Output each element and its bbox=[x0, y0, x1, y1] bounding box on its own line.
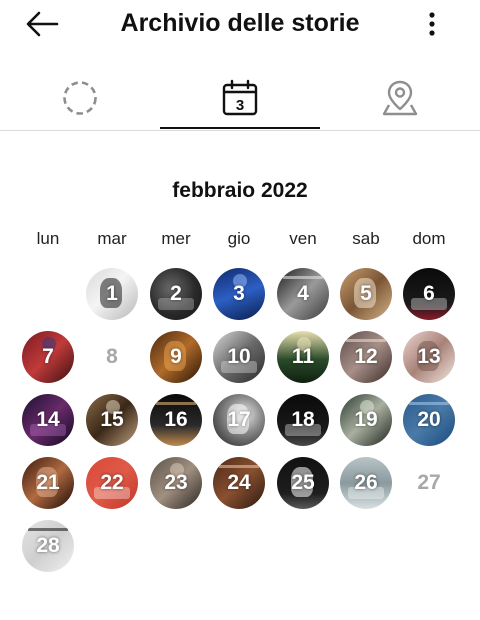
calendar-day-with-story[interactable]: 11 bbox=[277, 331, 329, 383]
day-number: 1 bbox=[106, 282, 118, 305]
day-number: 9 bbox=[170, 345, 182, 368]
weekday-label: gio bbox=[227, 229, 251, 248]
day-number: 19 bbox=[354, 408, 378, 431]
day-number: 4 bbox=[297, 282, 309, 305]
calendar-day: 8 bbox=[86, 331, 138, 383]
top-app-bar: Archivio delle storie bbox=[0, 0, 480, 48]
weekday-label: lun bbox=[36, 229, 60, 248]
day-number: 27 bbox=[417, 471, 441, 494]
story-thumbnail bbox=[283, 276, 323, 279]
day-number: 16 bbox=[164, 408, 188, 431]
day-number: 15 bbox=[100, 408, 124, 431]
calendar-day-with-story[interactable]: 23 bbox=[150, 457, 202, 509]
day-number: 25 bbox=[291, 471, 315, 494]
calendar-day-with-story[interactable]: 21 bbox=[22, 457, 74, 509]
calendar-day-with-story[interactable]: 12 bbox=[340, 331, 392, 383]
story-thumbnail bbox=[346, 339, 386, 342]
day-number: 6 bbox=[423, 282, 435, 305]
calendar-day-with-story[interactable]: 19 bbox=[340, 394, 392, 446]
calendar-day-with-story[interactable]: 3 bbox=[213, 268, 265, 320]
location-pin-icon bbox=[382, 80, 418, 116]
calendar-day-with-story[interactable]: 9 bbox=[150, 331, 202, 383]
calendar-day-with-story[interactable]: 24 bbox=[213, 457, 265, 509]
calendar-day-with-story[interactable]: 2 bbox=[150, 268, 202, 320]
calendar-day-with-story[interactable]: 4 bbox=[277, 268, 329, 320]
day-number: 2 bbox=[170, 282, 182, 305]
calendar-day-with-story[interactable]: 26 bbox=[340, 457, 392, 509]
day-number: 21 bbox=[36, 471, 60, 494]
page-title: Archivio delle storie bbox=[120, 9, 360, 37]
day-number: 20 bbox=[417, 408, 441, 431]
day-number: 18 bbox=[291, 408, 315, 431]
tabs-divider bbox=[0, 130, 480, 131]
calendar-day-with-story[interactable]: 20 bbox=[403, 394, 455, 446]
day-number: 24 bbox=[227, 471, 251, 494]
day-number: 8 bbox=[106, 345, 118, 368]
tab-calendar[interactable]: 3 bbox=[160, 72, 320, 130]
day-number: 11 bbox=[291, 345, 315, 368]
tab-locations[interactable] bbox=[320, 72, 480, 130]
tab-stories[interactable] bbox=[0, 72, 160, 130]
month-label: febbraio 2022 bbox=[172, 179, 308, 202]
calendar-day-with-story[interactable]: 6 bbox=[403, 268, 455, 320]
weekday-label: mer bbox=[161, 229, 191, 248]
story-thumbnail bbox=[28, 528, 68, 531]
day-number: 17 bbox=[227, 408, 251, 431]
stories-circle-icon bbox=[63, 81, 97, 115]
calendar-day-with-story[interactable]: 10 bbox=[213, 331, 265, 383]
weekday-label: sab bbox=[352, 229, 380, 248]
day-number: 14 bbox=[36, 408, 60, 431]
calendar-day-with-story[interactable]: 5 bbox=[340, 268, 392, 320]
day-number: 13 bbox=[417, 345, 441, 368]
calendar-day-with-story[interactable]: 14 bbox=[22, 394, 74, 446]
calendar-day-with-story[interactable]: 17 bbox=[213, 394, 265, 446]
day-number: 5 bbox=[360, 282, 372, 305]
calendar-day-with-story[interactable]: 22 bbox=[86, 457, 138, 509]
weekday-label: dom bbox=[412, 229, 446, 248]
day-number: 10 bbox=[227, 345, 251, 368]
day-number: 23 bbox=[164, 471, 188, 494]
weekday-label: mar bbox=[97, 229, 127, 248]
day-number: 28 bbox=[36, 534, 60, 557]
day-number: 26 bbox=[354, 471, 378, 494]
more-options-icon[interactable] bbox=[418, 8, 446, 40]
calendar-day: 27 bbox=[403, 457, 455, 509]
calendar-badge: 3 bbox=[236, 97, 244, 114]
story-thumbnail bbox=[219, 465, 259, 468]
story-thumbnail bbox=[156, 402, 196, 405]
archive-tabs: 3 bbox=[0, 72, 480, 130]
calendar-day-with-story[interactable]: 25 bbox=[277, 457, 329, 509]
story-thumbnail bbox=[409, 402, 449, 405]
calendar-day-with-story[interactable]: 13 bbox=[403, 331, 455, 383]
calendar-day-with-story[interactable]: 7 bbox=[22, 331, 74, 383]
day-number: 7 bbox=[42, 345, 54, 368]
calendar-icon: 3 bbox=[222, 79, 258, 116]
calendar-day-with-story[interactable]: 28 bbox=[22, 520, 74, 572]
calendar-day-with-story[interactable]: 1 bbox=[86, 268, 138, 320]
day-number: 12 bbox=[354, 345, 378, 368]
calendar-day-with-story[interactable]: 16 bbox=[150, 394, 202, 446]
calendar-day-with-story[interactable]: 18 bbox=[277, 394, 329, 446]
weekday-label: ven bbox=[289, 229, 317, 248]
active-tab-indicator bbox=[160, 127, 320, 129]
day-number: 22 bbox=[100, 471, 124, 494]
day-number: 3 bbox=[233, 282, 245, 305]
calendar-day-with-story[interactable]: 15 bbox=[86, 394, 138, 446]
